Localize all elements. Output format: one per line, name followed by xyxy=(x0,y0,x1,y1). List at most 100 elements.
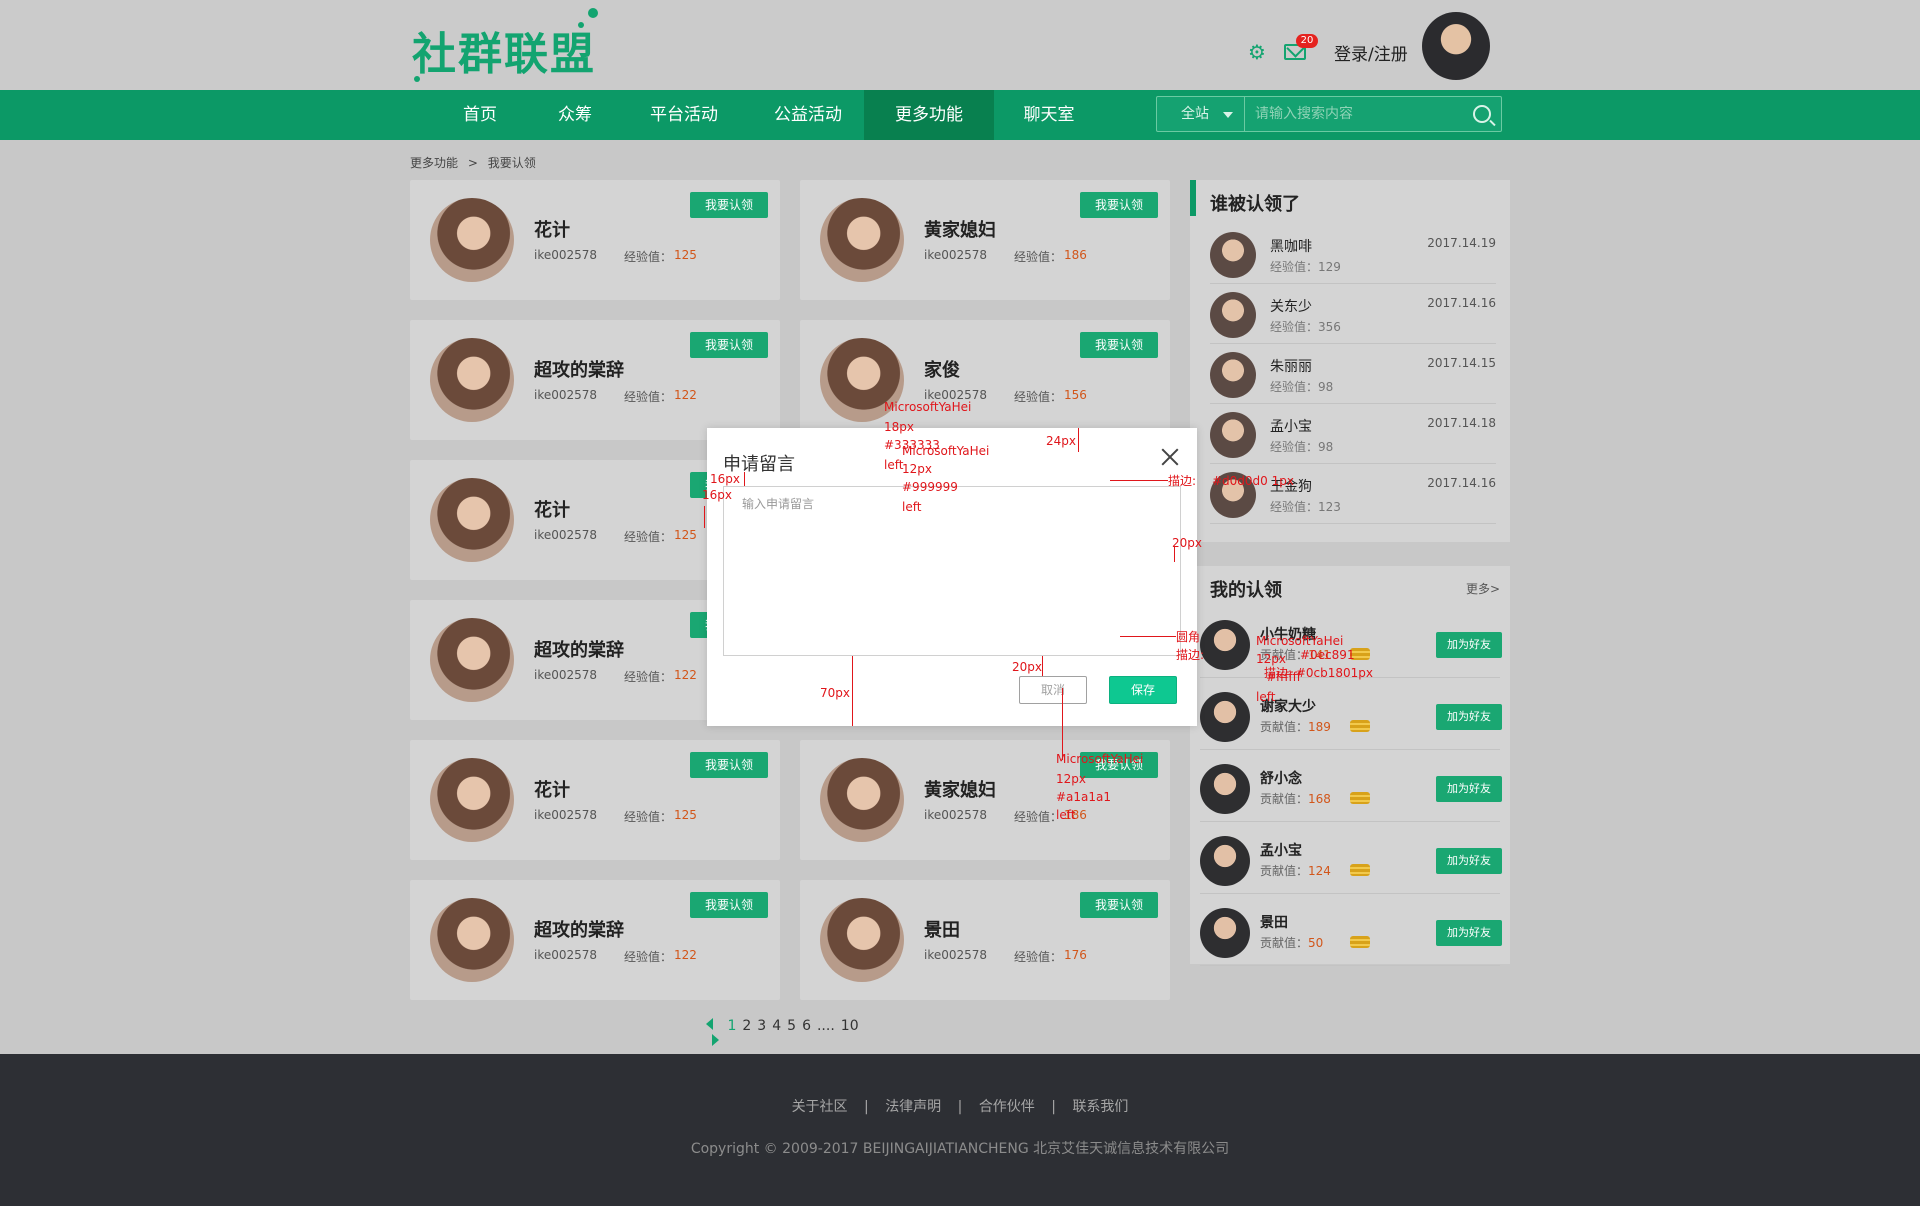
annotation-label: 18px xyxy=(884,420,914,434)
avatar[interactable] xyxy=(820,758,904,842)
page-number[interactable]: 6 xyxy=(802,1018,811,1034)
avatar[interactable] xyxy=(1200,692,1250,742)
page-number[interactable]: 1 xyxy=(727,1018,736,1034)
page-number[interactable]: 3 xyxy=(757,1018,766,1034)
next-page-icon[interactable] xyxy=(712,1034,719,1046)
claim-button[interactable]: 我要认领 xyxy=(1080,892,1158,918)
claim-button[interactable]: 我要认领 xyxy=(1080,332,1158,358)
nav-item-home[interactable]: 首页 xyxy=(430,90,530,140)
card-exp-label: 经验值： xyxy=(1014,810,1063,824)
my-claims-more-link[interactable]: 更多> xyxy=(1466,580,1500,597)
list-item: 孟小宝 贡献值：124 加为好友 xyxy=(1200,822,1502,894)
avatar[interactable] xyxy=(1200,764,1250,814)
avatar[interactable] xyxy=(430,198,514,282)
friend-name: 舒小念 xyxy=(1260,771,1302,787)
list-item[interactable]: 黑咖啡 经验值：129 2017.14.19 xyxy=(1210,224,1496,284)
page-number[interactable]: 2 xyxy=(742,1018,751,1034)
avatar[interactable] xyxy=(820,898,904,982)
card-name: 超攻的棠辞 xyxy=(534,640,624,661)
coins-icon xyxy=(1350,936,1370,948)
breadcrumb: 更多功能 > 我要认领 xyxy=(410,154,542,171)
add-friend-button[interactable]: 加为好友 xyxy=(1436,920,1502,946)
card-name: 超攻的棠辞 xyxy=(534,360,624,381)
add-friend-button[interactable]: 加为好友 xyxy=(1436,704,1502,730)
search-icon[interactable] xyxy=(1473,105,1491,123)
footer-link-about[interactable]: 关于社区 xyxy=(792,1099,848,1115)
friend-name: 景田 xyxy=(1260,915,1288,931)
avatar[interactable] xyxy=(1210,412,1256,458)
save-button[interactable]: 保存 xyxy=(1109,676,1177,704)
page-number[interactable]: 10 xyxy=(841,1018,859,1034)
login-register-link[interactable]: 登录/注册 xyxy=(1334,40,1408,65)
annotation-label: 圆角 xyxy=(1176,630,1201,644)
annotation-label: 描边: #0cb1801px xyxy=(1264,666,1374,680)
avatar[interactable] xyxy=(430,338,514,422)
annotation-line xyxy=(1042,656,1043,676)
prev-page-icon[interactable] xyxy=(706,1018,713,1030)
claim-card: 超攻的棠辞 ike002578 经验值：122 我要认领 xyxy=(410,320,780,440)
list-item[interactable]: 关东少 经验值：356 2017.14.16 xyxy=(1210,284,1496,344)
avatar[interactable] xyxy=(1200,620,1250,670)
top-header: 社群联盟 ⚙ 20 登录/注册 xyxy=(0,0,1920,90)
nav-item-crowdfunding[interactable]: 众筹 xyxy=(530,90,620,140)
nav-item-more[interactable]: 更多功能 xyxy=(864,90,994,140)
claim-button[interactable]: 我要认领 xyxy=(1080,192,1158,218)
gear-icon[interactable]: ⚙ xyxy=(1248,42,1268,62)
breadcrumb-more[interactable]: 更多功能 xyxy=(410,156,458,170)
footer-link-partners[interactable]: 合作伙伴 xyxy=(979,1099,1035,1115)
breadcrumb-separator: > xyxy=(467,156,478,170)
claim-button[interactable]: 我要认领 xyxy=(690,192,768,218)
annotation-label: 12px xyxy=(1056,772,1086,786)
page-number[interactable]: 5 xyxy=(787,1018,796,1034)
footer: 关于社区 | 法律声明 | 合作伙伴 | 联系我们 Copyright © 20… xyxy=(0,1054,1920,1206)
avatar[interactable] xyxy=(430,478,514,562)
main-nav: 首页 众筹 平台活动 公益活动 更多功能 聊天室 xyxy=(0,90,1920,140)
annotation-label: MicrosoftYaHei xyxy=(1056,752,1144,766)
add-friend-button[interactable]: 加为好友 xyxy=(1436,848,1502,874)
footer-link-legal[interactable]: 法律声明 xyxy=(885,1099,941,1115)
add-friend-button[interactable]: 加为好友 xyxy=(1436,776,1502,802)
avatar[interactable] xyxy=(1210,292,1256,338)
avatar[interactable] xyxy=(1210,352,1256,398)
list-item: 谢家大少 贡献值：189 加为好友 xyxy=(1200,678,1502,750)
avatar[interactable] xyxy=(430,898,514,982)
add-friend-button[interactable]: 加为好友 xyxy=(1436,632,1502,658)
list-item[interactable]: 孟小宝 经验值：98 2017.14.18 xyxy=(1210,404,1496,464)
claim-name: 关东少 xyxy=(1270,299,1312,315)
contribution: 贡献值：124 xyxy=(1260,862,1331,879)
nav-item-chatroom[interactable]: 聊天室 xyxy=(994,90,1104,140)
close-icon[interactable] xyxy=(1159,446,1181,468)
page-number[interactable]: 4 xyxy=(772,1018,781,1034)
annotation-label: 描边: xyxy=(1168,474,1197,488)
claim-button[interactable]: 我要认领 xyxy=(690,752,768,778)
message-textarea[interactable] xyxy=(723,486,1181,656)
claim-button[interactable]: 我要认领 xyxy=(690,892,768,918)
site-logo[interactable]: 社群联盟 xyxy=(412,18,596,82)
claim-date: 2017.14.16 xyxy=(1427,476,1496,490)
search-input[interactable] xyxy=(1255,103,1455,125)
annotation-label: 20px xyxy=(1172,536,1202,550)
avatar[interactable] xyxy=(430,758,514,842)
card-exp-label: 经验值： xyxy=(1014,950,1063,964)
list-item[interactable]: 朱丽丽 经验值：98 2017.14.15 xyxy=(1210,344,1496,404)
annotation-line xyxy=(1174,546,1175,562)
card-exp-value: 186 xyxy=(1064,248,1087,262)
contribution-value: 124 xyxy=(1308,864,1331,878)
avatar[interactable] xyxy=(1210,232,1256,278)
avatar[interactable] xyxy=(1200,836,1250,886)
avatar[interactable] xyxy=(430,618,514,702)
card-name: 花计 xyxy=(534,780,570,801)
contribution-value: 50 xyxy=(1308,936,1324,950)
user-avatar[interactable] xyxy=(1422,12,1490,80)
avatar[interactable] xyxy=(1200,908,1250,958)
annotation-line xyxy=(1062,688,1063,760)
cancel-button[interactable]: 取消 xyxy=(1019,676,1087,704)
avatar[interactable] xyxy=(820,198,904,282)
nav-item-platform-events[interactable]: 平台活动 xyxy=(620,90,748,140)
list-item: 景田 贡献值：50 加为好友 xyxy=(1200,894,1502,966)
claim-button[interactable]: 我要认领 xyxy=(690,332,768,358)
list-item[interactable]: 王金狗 经验值：123 2017.14.16 xyxy=(1210,464,1496,524)
footer-link-contact[interactable]: 联系我们 xyxy=(1072,1099,1128,1115)
annotation-line xyxy=(704,506,705,528)
nav-item-charity[interactable]: 公益活动 xyxy=(748,90,868,140)
